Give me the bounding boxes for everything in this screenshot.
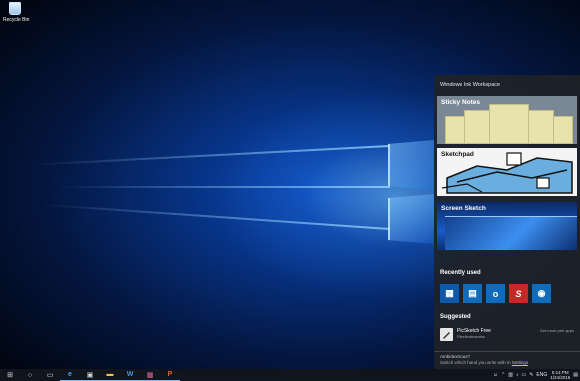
light-beam [60,186,390,188]
photos-app-icon[interactable]: ▦ [440,284,459,303]
divider [434,351,580,352]
sketchpad-label: Sketchpad [441,151,474,158]
windows-ink-icon[interactable]: ✎ [529,372,533,378]
get-more-pen-apps-link[interactable]: Get more pen apps [540,328,574,333]
sticky-note-shape [528,110,554,144]
screen-sketch-label: Screen Sketch [441,205,486,212]
sticky-notes-label: Sticky Notes [441,99,481,106]
clock[interactable]: 5:14 PM 1/24/2016 [550,370,570,380]
edge-browser-icon[interactable]: e [60,369,80,381]
sketchpad-card[interactable]: Sketchpad [437,148,577,196]
settings-link[interactable]: Settings [512,360,528,365]
cortana-search-icon[interactable]: ○ [20,369,40,381]
system-tray: ☺ ⌃ ▥ ♪ ▭ ✎ ENG 5:14 PM 1/24/2016 ▤ [493,369,578,381]
powerpoint-icon[interactable]: P [160,369,180,381]
suggested-heading: Suggested [440,314,471,320]
task-view-icon[interactable]: ▭ [40,369,60,381]
suggested-app-item[interactable]: PicSketch Free Pixelbrainworks Get more … [440,327,574,343]
sticky-notes-app-icon[interactable]: ▤ [463,284,482,303]
photo-app-icon[interactable]: ▩ [140,369,160,381]
file-explorer-icon[interactable]: ▬ [100,369,120,381]
sticky-note-shape [489,104,529,144]
recent-apps-row: ▦ ▤ o S ◉ [440,284,551,303]
people-icon[interactable]: ☺ [493,372,498,378]
light-beam [40,203,391,230]
taskbar: ⊞ ○ ▭ e ▣ ▬ W ▩ P ☺ ⌃ ▥ ♪ ▭ ✎ ENG 5:14 P… [0,369,580,381]
window-logo-pane [388,140,434,190]
ambidextrous-title: Ambidextrous? [440,354,471,359]
action-center-icon[interactable]: ▤ [573,372,578,378]
sketchable-app-icon[interactable]: S [509,284,528,303]
store-icon[interactable]: ▣ [80,369,100,381]
suggested-app-publisher: Pixelbrainworks [457,334,486,339]
outlook-app-icon[interactable]: o [486,284,505,303]
windows-ink-workspace-panel: Windows Ink Workspace Sticky Notes Sketc… [434,75,580,369]
sticky-notes-card[interactable]: Sticky Notes [437,96,577,144]
recycle-bin-label: Recycle Bin [3,17,30,23]
ambidextrous-text: Switch which hand you write with in [440,360,511,365]
sticky-note-shape [445,116,465,144]
recycle-bin-desktop-icon[interactable]: Recycle Bin [3,2,30,23]
sticky-note-shape [464,110,490,144]
recently-used-heading: Recently used [440,270,481,276]
clock-date: 1/24/2016 [550,375,571,380]
show-hidden-icons-icon[interactable]: ⌃ [501,372,505,378]
ink-workspace-title: Windows Ink Workspace [440,82,501,88]
touch-keyboard-icon[interactable]: ▭ [521,372,526,378]
light-beam [30,145,391,166]
start-windows-icon[interactable]: ⊞ [0,369,20,381]
network-icon[interactable]: ▥ [508,372,513,378]
window-logo-pane [388,194,434,244]
word-icon[interactable]: W [120,369,140,381]
ambidextrous-description: Switch which hand you write with in Sett… [440,360,528,365]
picsketch-app-icon [440,328,453,341]
screen-sketch-preview [445,216,577,250]
sticky-note-shape [553,116,573,144]
language-indicator[interactable]: ENG [536,372,547,378]
volume-icon[interactable]: ♪ [516,372,519,378]
screen-sketch-card[interactable]: Screen Sketch [437,202,577,250]
maps-app-icon[interactable]: ◉ [532,284,551,303]
recycle-bin-icon [9,2,21,15]
